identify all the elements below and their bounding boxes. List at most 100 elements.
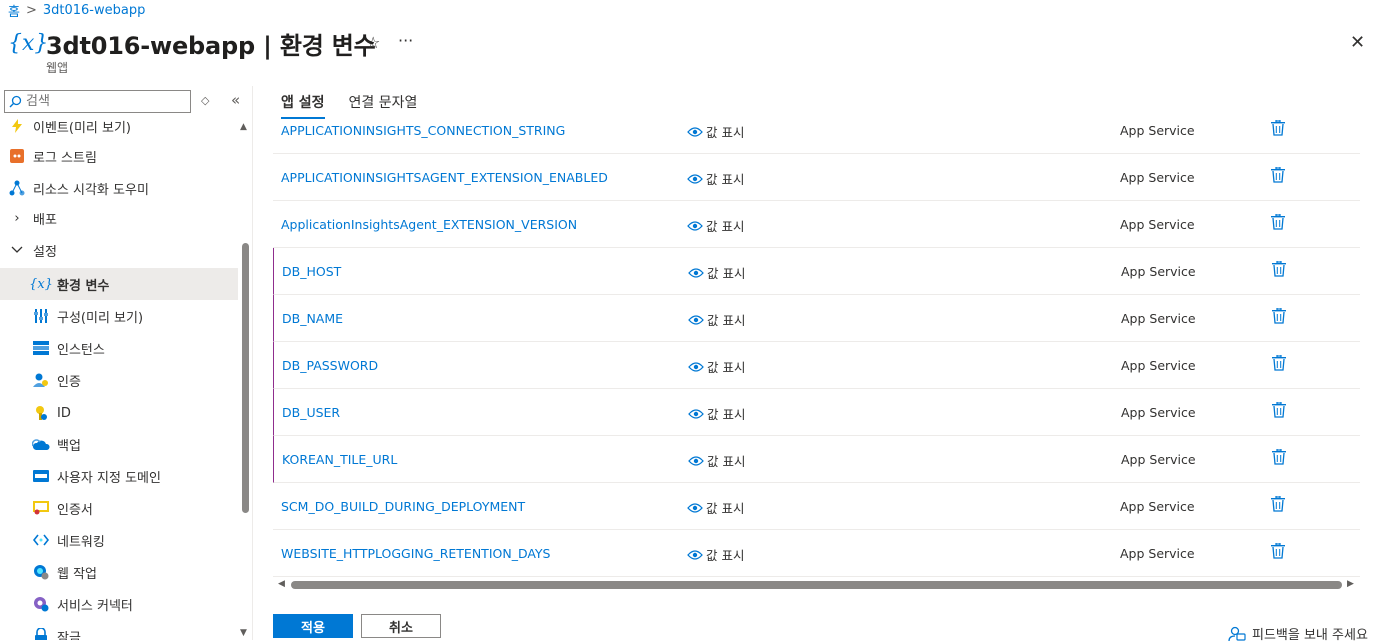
nav-item-backup[interactable]: 백업 — [0, 428, 238, 460]
show-value-button[interactable]: 값 표시 — [688, 263, 745, 282]
nav-item-label: 로그 스트림 — [33, 150, 97, 166]
nav-item-label: 인증서 — [57, 502, 93, 518]
search-icon — [9, 95, 22, 108]
nav-item-label: 사용자 지정 도메인 — [57, 470, 161, 486]
setting-name-link[interactable]: SCM_DO_BUILD_DURING_DEPLOYMENT — [281, 499, 525, 514]
setting-name-link[interactable]: DB_NAME — [282, 311, 343, 326]
table-row[interactable]: KOREAN_TILE_URL 값 표시 App Service — [273, 436, 1360, 483]
resource-menu: 이벤트(미리 보기) 로그 스트림 리소스 시각화 도우미 › 배포 설정 {x… — [0, 114, 240, 640]
scroll-right-arrow-icon[interactable]: ▶ — [1347, 579, 1354, 589]
setting-name-link[interactable]: APPLICATIONINSIGHTS_CONNECTION_STRING — [281, 123, 565, 138]
show-value-button[interactable]: 값 표시 — [688, 451, 745, 470]
delete-icon[interactable] — [1272, 401, 1286, 422]
show-value-button[interactable]: 값 표시 — [687, 498, 744, 517]
table-row[interactable]: DB_USER 값 표시 App Service — [273, 389, 1360, 436]
configuration-icon — [31, 308, 51, 324]
setting-name-link[interactable]: WEBSITE_HTTPLOGGING_RETENTION_DAYS — [281, 546, 551, 561]
breadcrumb-current[interactable]: 3dt016-webapp — [43, 3, 145, 18]
feedback-link[interactable]: 피드백을 보내 주세요 — [1228, 624, 1368, 643]
sort-updown-icon[interactable]: ◇ — [201, 94, 209, 107]
networking-icon — [31, 534, 51, 546]
search-box[interactable] — [4, 90, 191, 113]
cancel-button[interactable]: 취소 — [361, 614, 441, 638]
nav-group-deployment[interactable]: › 배포 — [0, 202, 238, 234]
nav-item-custom-domains[interactable]: 사용자 지정 도메인 — [0, 460, 238, 492]
show-value-button[interactable]: 값 표시 — [688, 357, 745, 376]
setting-source: App Service — [1120, 217, 1195, 232]
delete-icon[interactable] — [1272, 448, 1286, 469]
show-value-label: 값 표시 — [707, 313, 746, 328]
nav-item-identity[interactable]: ID — [0, 397, 238, 429]
delete-icon[interactable] — [1272, 260, 1286, 281]
nav-item-configuration[interactable]: 구성(미리 보기) — [0, 300, 238, 332]
delete-icon[interactable] — [1271, 495, 1285, 516]
variable-icon: {x} — [29, 276, 53, 292]
table-row[interactable]: APPLICATIONINSIGHTSAGENT_EXTENSION_ENABL… — [273, 154, 1360, 201]
nav-item-authentication[interactable]: 인증 — [0, 364, 238, 396]
nav-item-label: 인증 — [57, 374, 81, 390]
delete-icon[interactable] — [1272, 354, 1286, 375]
table-row[interactable]: WEBSITE_HTTPLOGGING_RETENTION_DAYS 값 표시 Ap… — [273, 530, 1360, 577]
scroll-down-arrow-icon[interactable]: ▼ — [240, 628, 247, 638]
delete-icon[interactable] — [1271, 119, 1285, 140]
setting-source: App Service — [1121, 358, 1196, 373]
eye-icon — [687, 220, 703, 231]
page-title: 3dt016-webapp | 환경 변수 — [46, 32, 376, 60]
nav-item-locks[interactable]: 잠금 — [0, 620, 238, 640]
grid-horizontal-scrollbar-thumb[interactable] — [291, 581, 1342, 589]
nav-item-events[interactable]: 이벤트(미리 보기) — [0, 114, 238, 142]
setting-name-link[interactable]: APPLICATIONINSIGHTSAGENT_EXTENSION_ENABL… — [281, 170, 608, 185]
nav-item-webjobs[interactable]: 웹 작업 — [0, 556, 238, 588]
nav-group-settings[interactable]: 설정 — [0, 234, 238, 266]
setting-source: App Service — [1120, 499, 1195, 514]
apply-button[interactable]: 적용 — [273, 614, 353, 638]
nav-item-certificates[interactable]: 인증서 — [0, 492, 238, 524]
show-value-button[interactable]: 값 표시 — [687, 122, 744, 141]
scroll-left-arrow-icon[interactable]: ◀ — [278, 579, 285, 589]
eye-icon — [687, 549, 703, 560]
show-value-button[interactable]: 값 표시 — [688, 404, 745, 423]
setting-name-link[interactable]: ApplicationInsightsAgent_EXTENSION_VERSI… — [281, 217, 577, 232]
show-value-button[interactable]: 값 표시 — [688, 310, 745, 329]
nav-item-label: 서비스 커넥터 — [57, 598, 133, 614]
collapse-menu-icon[interactable]: « — [231, 91, 240, 109]
nav-item-label: 웹 작업 — [57, 566, 98, 582]
table-row[interactable]: SCM_DO_BUILD_DURING_DEPLOYMENT 값 표시 App Se… — [273, 483, 1360, 530]
show-value-button[interactable]: 값 표시 — [687, 216, 744, 235]
nav-item-instances[interactable]: 인스턴스 — [0, 332, 238, 364]
delete-icon[interactable] — [1271, 213, 1285, 234]
service-connector-icon — [31, 596, 51, 612]
table-row[interactable]: ApplicationInsightsAgent_EXTENSION_VERSI… — [273, 201, 1360, 248]
search-input[interactable] — [26, 94, 176, 109]
resource-visualizer-icon — [7, 180, 27, 196]
nav-item-label: 백업 — [57, 438, 81, 454]
show-value-label: 값 표시 — [707, 360, 746, 375]
delete-icon[interactable] — [1272, 307, 1286, 328]
eye-icon — [687, 173, 703, 184]
show-value-label: 값 표시 — [707, 407, 746, 422]
nav-item-resource-visualizer[interactable]: 리소스 시각화 도우미 — [0, 172, 238, 204]
nav-item-log-stream[interactable]: 로그 스트림 — [0, 140, 238, 172]
show-value-button[interactable]: 값 표시 — [687, 545, 744, 564]
table-row[interactable]: DB_PASSWORD 값 표시 App Service — [273, 342, 1360, 389]
setting-name-link[interactable]: KOREAN_TILE_URL — [282, 452, 397, 467]
nav-item-environment-variables[interactable]: {x} 환경 변수 — [0, 268, 238, 300]
nav-item-networking[interactable]: 네트워킹 — [0, 524, 238, 556]
table-row[interactable]: DB_HOST 값 표시 App Service — [273, 248, 1360, 295]
breadcrumb-home[interactable]: 홈 — [8, 1, 20, 20]
favorite-star-icon[interactable]: ☆ — [366, 33, 380, 52]
show-value-button[interactable]: 값 표시 — [687, 169, 744, 188]
delete-icon[interactable] — [1271, 542, 1285, 563]
delete-icon[interactable] — [1271, 166, 1285, 187]
nav-item-service-connector[interactable]: 서비스 커넥터 — [0, 588, 238, 620]
webjob-icon — [31, 564, 51, 580]
table-row[interactable]: APPLICATIONINSIGHTS_CONNECTION_STRING 값 표… — [273, 108, 1360, 154]
setting-name-link[interactable]: DB_PASSWORD — [282, 358, 378, 373]
scroll-up-arrow-icon[interactable]: ▲ — [240, 122, 247, 132]
nav-scrollbar-thumb[interactable] — [242, 243, 249, 513]
setting-name-link[interactable]: DB_USER — [282, 405, 340, 420]
table-row[interactable]: DB_NAME 값 표시 App Service — [273, 295, 1360, 342]
close-icon[interactable]: ✕ — [1350, 32, 1365, 53]
setting-name-link[interactable]: DB_HOST — [282, 264, 341, 279]
more-options-icon[interactable]: ··· — [398, 31, 413, 50]
